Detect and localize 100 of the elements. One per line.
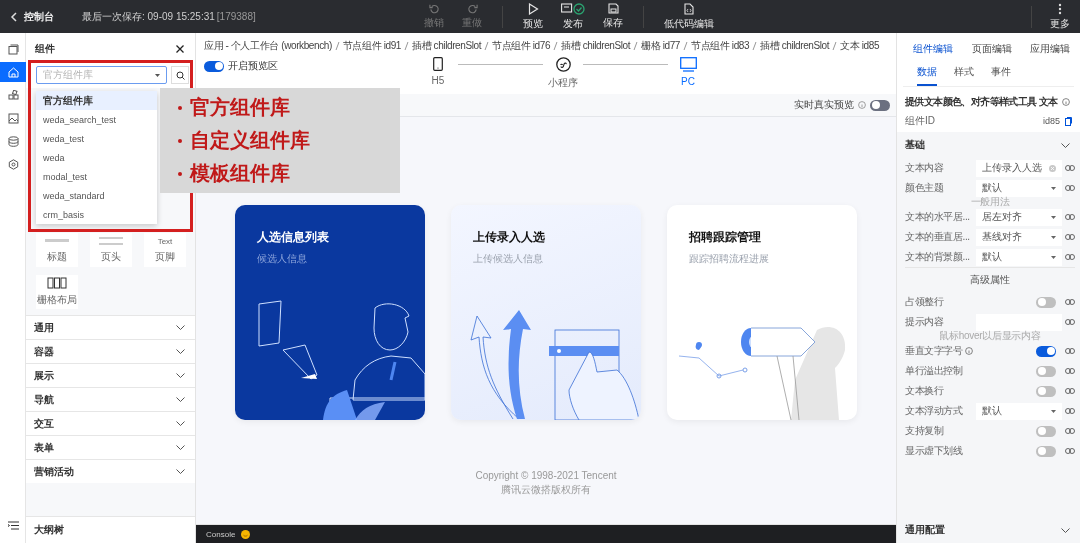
dropdown-option[interactable]: weda [36,148,157,167]
component-tile[interactable]: Text 页脚 [144,233,186,267]
dropdown-option[interactable]: modal_test [36,167,157,186]
category-row[interactable]: 导航 [26,387,195,411]
link-icon[interactable] [1065,319,1075,325]
dropdown-option[interactable]: 官方组件库 [36,91,157,110]
section-header[interactable]: 通用配置 [897,517,1080,543]
toggle-switch[interactable] [1036,345,1056,357]
editor-tab[interactable]: 页面编辑 [971,42,1012,56]
feature-card[interactable]: 招聘跟踪管理 跟踪招聘流程进展 [667,205,857,420]
version-number: [179388] [216,11,256,22]
breadcrumb-item[interactable]: 节点组件 id83 [691,39,750,53]
preview-area-label: 开启预览区 [228,59,278,73]
breadcrumb-item[interactable]: 应用 - 个人工作台 (workbench) [204,39,332,53]
breadcrumb-item[interactable]: 插槽 childrenSlot [760,39,830,53]
annotation-text: 自定义组件库 [190,128,310,153]
breadcrumb-item[interactable]: 栅格 id77 [641,39,681,53]
toggle-switch[interactable] [1036,445,1056,457]
more-button[interactable]: 更多 [1046,2,1074,31]
component-tile[interactable]: 栅格布局 [36,275,78,309]
toolbar-button[interactable]: 低代码编辑 [660,2,718,31]
sidebar-tab[interactable] [0,62,26,82]
link-icon[interactable] [1065,214,1075,220]
category-row[interactable]: 容器 [26,339,195,363]
link-icon[interactable] [1065,185,1075,191]
link-circle-icon [555,57,571,72]
toggle-switch[interactable] [1036,385,1056,397]
link-icon[interactable] [1065,254,1075,260]
sub-tab[interactable]: 样式 [954,66,974,86]
select-field[interactable]: 居左对齐 [976,208,1062,226]
select-field[interactable]: 默认 [976,248,1062,266]
component-tile[interactable]: 标题 [36,233,78,267]
component-tile[interactable]: 页头 [90,233,132,267]
dropdown-option[interactable]: crm_basis [36,205,157,224]
breadcrumb-item[interactable]: 插槽 childrenSlot [412,39,481,53]
property-label: 显示虚下划线 [905,444,963,458]
monitor-icon [679,57,697,72]
toggle-switch[interactable] [1036,296,1056,308]
device-tab[interactable]: 小程序 [543,57,583,90]
dropdown-option[interactable]: weda_test [36,129,157,148]
feature-card[interactable]: 上传录入人选 上传候选人信息 [451,205,641,420]
category-row[interactable]: 交互 [26,411,195,435]
toggle-switch[interactable] [1036,425,1056,437]
dropdown-option[interactable]: weda_search_test [36,110,157,129]
category-row[interactable]: 展示 [26,363,195,387]
link-icon[interactable] [1065,408,1075,414]
select-field[interactable]: 基线对齐 [976,228,1062,246]
grid-layout-icon [47,277,67,289]
link-icon[interactable] [1065,234,1075,240]
card-title: 人选信息列表 [257,229,330,246]
link-icon[interactable] [1065,299,1075,305]
link-icon[interactable] [1065,348,1075,354]
breadcrumb-item[interactable]: 插槽 childrenSlot [561,39,631,53]
outline-tree-label[interactable]: 大纲树 [26,516,195,543]
link-icon[interactable] [1065,428,1075,434]
editor-tab[interactable]: 组件编辑 [913,42,953,56]
property-label: 单行溢出控制 [905,364,963,378]
link-icon[interactable] [1065,448,1075,454]
back-button[interactable]: 控制台 [10,9,54,24]
breadcrumb-item[interactable]: 节点组件 id91 [342,39,401,53]
live-preview-toggle[interactable] [870,99,890,111]
toolbar-button[interactable]: 发布 [557,2,589,31]
publish-check-icon [561,2,585,15]
category-row[interactable]: 表单 [26,435,195,459]
select-field[interactable]: 默认 [976,179,1062,197]
card-subtitle: 上传候选人信息 [473,252,544,266]
property-label: 文本换行 [905,384,944,398]
toolbar-button[interactable]: 预览 [519,2,547,31]
caret-icon [1051,186,1056,190]
section-header[interactable]: 基础 [897,132,1080,158]
console-label[interactable]: Console [206,529,236,539]
text-field[interactable]: 上传录入人选 [976,159,1062,177]
toggle-switch[interactable] [1036,365,1056,377]
breadcrumb-item[interactable]: 文本 id85 [840,39,880,53]
dropdown-option[interactable]: weda_standard [36,186,157,205]
sub-tab[interactable]: 事件 [991,66,1011,86]
link-icon[interactable] [1065,368,1075,374]
breadcrumb-item[interactable]: 节点组件 id76 [492,39,551,53]
card-title: 上传录入人选 [473,229,546,246]
editor-tab[interactable]: 应用编辑 [1030,42,1070,56]
property-label: 文本内容 [905,161,944,175]
link-icon[interactable] [1065,165,1075,171]
device-tab[interactable]: H5 [418,57,458,86]
toolbar-button[interactable]: 保存 [599,3,627,30]
property-label: 颜色主题 [905,181,944,195]
preview-area-toggle[interactable] [204,60,224,72]
category-row[interactable]: 营销活动 [26,459,195,483]
select-field[interactable]: 默认 [976,402,1062,420]
chevron-icon [176,349,185,354]
sub-tab[interactable]: 数据 [917,66,937,86]
feature-card[interactable]: 人选信息列表 候选人信息 [235,205,425,420]
link-icon[interactable] [1065,388,1075,394]
chevron-icon [1061,527,1070,533]
property-label: 占领整行 [905,295,944,309]
search-button[interactable] [171,66,189,84]
category-row[interactable]: 通用 [26,315,195,339]
close-button[interactable] [175,44,185,54]
chevron-icon [176,397,185,402]
settings-icon [7,158,19,170]
device-tab[interactable]: PC [668,57,708,87]
